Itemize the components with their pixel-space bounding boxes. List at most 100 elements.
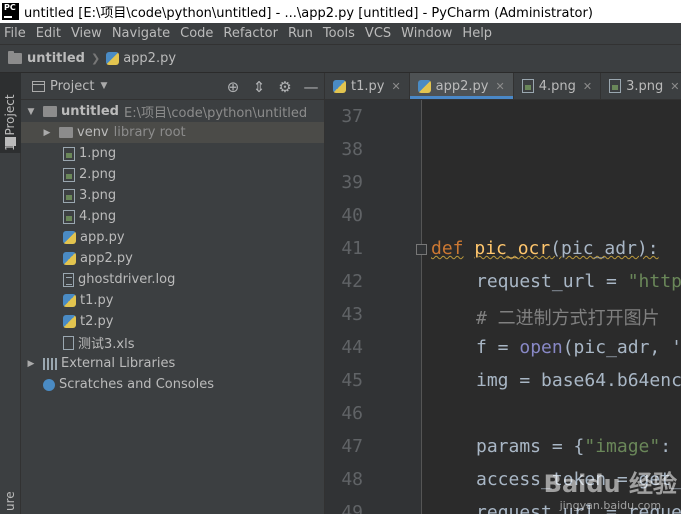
image-file-icon	[521, 79, 534, 93]
line-number: 44	[341, 337, 363, 358]
line-number: 43	[341, 304, 363, 325]
close-icon[interactable]: ✕	[583, 80, 592, 93]
locate-icon[interactable]: ⊕	[220, 78, 246, 96]
project-tree: ▼ untitled E:\项目\code\python\untitled ▶ …	[21, 100, 324, 395]
tree-item-file[interactable]: 测试3.xls	[21, 332, 324, 353]
menu-tools[interactable]: Tools	[318, 26, 360, 41]
tree-item-file[interactable]: 1.png	[21, 143, 324, 164]
menu-run[interactable]: Run	[283, 26, 318, 41]
project-view-selector[interactable]: Project	[50, 79, 94, 94]
collapse-all-icon[interactable]: ⇕	[246, 78, 272, 96]
close-icon[interactable]: ✕	[496, 80, 505, 93]
menu-navigate[interactable]: Navigate	[107, 26, 175, 41]
left-tool-strip: 1: Project ure	[0, 73, 21, 514]
editor-tabs: t1.py ✕ app2.py ✕ 4.png ✕ 3.png ✕	[325, 73, 681, 100]
code-line-43: # 二进制方式打开图片	[476, 308, 660, 329]
tree-item-scratches[interactable]: Scratches and Consoles	[21, 374, 324, 395]
python-file-icon	[417, 79, 431, 93]
image-file-icon	[63, 146, 75, 161]
folder-icon	[8, 51, 22, 64]
gear-icon[interactable]: ⚙	[272, 78, 298, 96]
project-panel: Project ▼ ⊕ ⇕ ⚙ — ▼ untitled E:\项目\code\…	[21, 73, 325, 514]
close-icon[interactable]: ✕	[670, 80, 679, 93]
tab-4png[interactable]: 4.png ✕	[514, 73, 602, 99]
menu-edit[interactable]: Edit	[31, 26, 66, 41]
tree-item-venv[interactable]: ▶ venv library root	[21, 122, 324, 143]
menu-view[interactable]: View	[66, 26, 107, 41]
project-view-icon	[32, 81, 45, 92]
tree-item-file[interactable]: app.py	[21, 227, 324, 248]
line-number: 46	[341, 403, 363, 424]
tree-item-file[interactable]: 3.png	[21, 185, 324, 206]
code-line-45: img = base64.b64enc	[476, 370, 681, 391]
python-file-icon	[106, 52, 120, 65]
breadcrumb: untitled ❯ app2.py	[0, 44, 681, 73]
chevron-down-icon[interactable]: ▼	[100, 81, 107, 91]
line-number: 38	[341, 139, 363, 160]
project-tool-tab[interactable]: 1: Project	[0, 73, 21, 153]
fold-marker-icon[interactable]	[416, 244, 427, 255]
title-bar: PC untitled [E:\项目\code\python\untitled]…	[0, 0, 681, 23]
image-file-icon	[63, 209, 75, 224]
line-number: 49	[341, 502, 363, 514]
breadcrumb-project[interactable]: untitled	[8, 51, 85, 66]
code-line-42: request_url = "http	[476, 271, 681, 292]
menu-file[interactable]: File	[0, 26, 31, 41]
tree-root[interactable]: ▼ untitled E:\项目\code\python\untitled	[21, 101, 324, 122]
collapse-arrow-icon[interactable]: ▶	[25, 359, 37, 369]
menu-vcs[interactable]: VCS	[360, 26, 396, 41]
python-file-icon	[63, 315, 76, 328]
collapse-arrow-icon[interactable]: ▶	[41, 128, 53, 138]
menu-window[interactable]: Window	[396, 26, 457, 41]
folder-icon	[5, 137, 16, 146]
close-icon[interactable]: ✕	[391, 80, 400, 93]
folder-icon	[59, 127, 73, 138]
code-line-41: def pic_ocr(pic_adr):	[431, 238, 659, 259]
line-number: 39	[341, 172, 363, 193]
spreadsheet-file-icon	[63, 335, 74, 350]
tree-item-file[interactable]: t1.py	[21, 290, 324, 311]
code-editor[interactable]: 37 38 39 40 41 42 43 44 45 46 47 48 49 d…	[325, 100, 681, 514]
line-number: 47	[341, 436, 363, 457]
image-file-icon	[63, 167, 75, 182]
python-file-icon	[63, 231, 76, 244]
structure-tool-tab[interactable]: ure	[3, 491, 17, 511]
library-icon	[43, 357, 57, 370]
pycharm-logo-icon: PC	[2, 3, 19, 20]
code-line-44: f = open(pic_adr, '	[476, 337, 681, 358]
line-number-gutter: 37 38 39 40 41 42 43 44 45 46 47 48 49	[325, 100, 422, 514]
image-file-icon	[63, 188, 75, 203]
menu-bar: File Edit View Navigate Code Refactor Ru…	[0, 23, 681, 44]
folder-icon	[43, 106, 57, 117]
chevron-right-icon: ❯	[90, 52, 101, 65]
window-title: untitled [E:\项目\code\python\untitled] - …	[24, 6, 593, 21]
tree-item-file[interactable]: app2.py	[21, 248, 324, 269]
line-number: 45	[341, 370, 363, 391]
tree-item-file[interactable]: 4.png	[21, 206, 324, 227]
line-number: 48	[341, 469, 363, 490]
code-line-47: params = {"image":	[476, 436, 681, 457]
tree-item-external-libraries[interactable]: ▶ External Libraries	[21, 353, 324, 374]
breadcrumb-file[interactable]: app2.py	[106, 51, 176, 66]
menu-refactor[interactable]: Refactor	[218, 26, 283, 41]
menu-code[interactable]: Code	[175, 26, 218, 41]
python-file-icon	[63, 294, 76, 307]
expand-arrow-icon[interactable]: ▼	[25, 107, 37, 117]
python-file-icon	[333, 79, 346, 93]
line-number: 41	[341, 238, 363, 259]
python-file-icon	[63, 252, 76, 265]
minimize-icon[interactable]: —	[298, 78, 324, 96]
tab-3png[interactable]: 3.png ✕	[601, 73, 681, 99]
tree-item-file[interactable]: t2.py	[21, 311, 324, 332]
tab-t1[interactable]: t1.py ✕	[325, 73, 410, 99]
tree-item-file[interactable]: ghostdriver.log	[21, 269, 324, 290]
menu-help[interactable]: Help	[457, 26, 497, 41]
baidu-watermark: Baidu 经验 jingyan.baidu.com	[543, 470, 677, 512]
line-number: 37	[341, 106, 363, 127]
tab-app2[interactable]: app2.py ✕	[409, 73, 514, 99]
scratches-icon	[43, 378, 55, 391]
image-file-icon	[609, 79, 622, 93]
text-file-icon	[63, 272, 74, 287]
tree-item-file[interactable]: 2.png	[21, 164, 324, 185]
line-number: 42	[341, 271, 363, 292]
